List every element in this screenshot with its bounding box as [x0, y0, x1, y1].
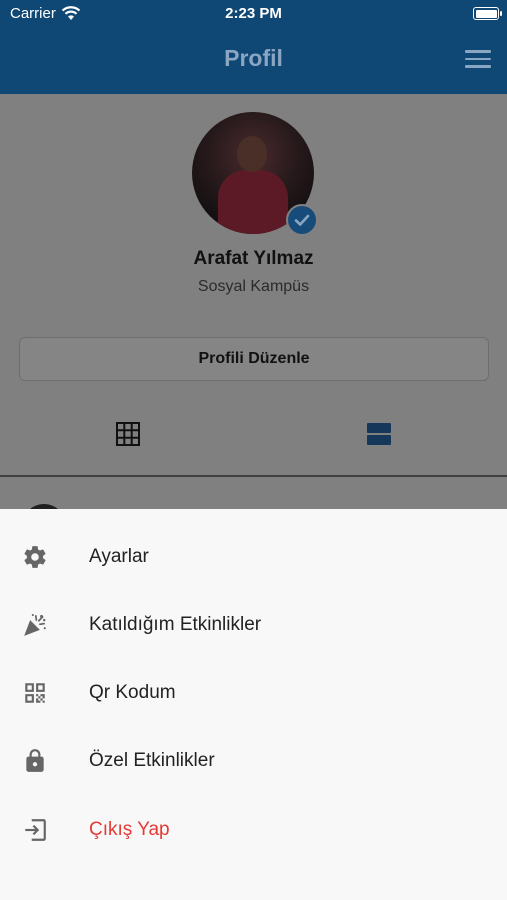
menu-item-settings[interactable]: Ayarlar [0, 526, 507, 586]
profile-name: Arafat Yılmaz [193, 248, 314, 269]
logout-icon [25, 819, 46, 841]
page-title: Profil [224, 45, 283, 71]
menu-item-label: Çıkış Yap [89, 819, 170, 840]
qr-code-icon [25, 683, 45, 703]
status-bar: Carrier 2:23 PM [0, 0, 507, 28]
profile-section: Arafat Yılmaz Sosyal Kampüs Profili Düze… [0, 94, 507, 548]
hamburger-menu-button[interactable] [465, 50, 491, 68]
verified-badge-icon [286, 204, 318, 236]
menu-item-private-events[interactable]: Özel Etkinlikler [0, 730, 507, 790]
menu-item-label: Özel Etkinlikler [89, 750, 215, 771]
menu-item-qr-code[interactable]: Qr Kodum [0, 662, 507, 722]
gear-icon [24, 546, 46, 568]
tab-divider [0, 475, 507, 477]
lock-icon [26, 749, 44, 772]
menu-item-label: Katıldığım Etkinlikler [89, 614, 262, 635]
grid-view-icon[interactable] [116, 422, 140, 446]
party-popper-icon [24, 613, 46, 636]
profile-subtitle: Sosyal Kampüs [197, 278, 310, 295]
top-bar: Carrier 2:23 PM Profil [0, 0, 507, 94]
edit-profile-button[interactable]: Profili Düzenle [19, 337, 489, 381]
bottom-sheet-menu: Ayarlar Katıldığım Etkinlikler Qr Kodum … [0, 509, 507, 900]
status-time: 2:23 PM [225, 5, 282, 22]
list-view-icon[interactable] [367, 422, 391, 446]
battery-icon [473, 7, 502, 20]
menu-item-label: Ayarlar [89, 546, 149, 567]
menu-item-logout[interactable]: Çıkış Yap [0, 799, 507, 859]
menu-item-joined-events[interactable]: Katıldığım Etkinlikler [0, 594, 507, 654]
menu-item-label: Qr Kodum [89, 682, 176, 703]
